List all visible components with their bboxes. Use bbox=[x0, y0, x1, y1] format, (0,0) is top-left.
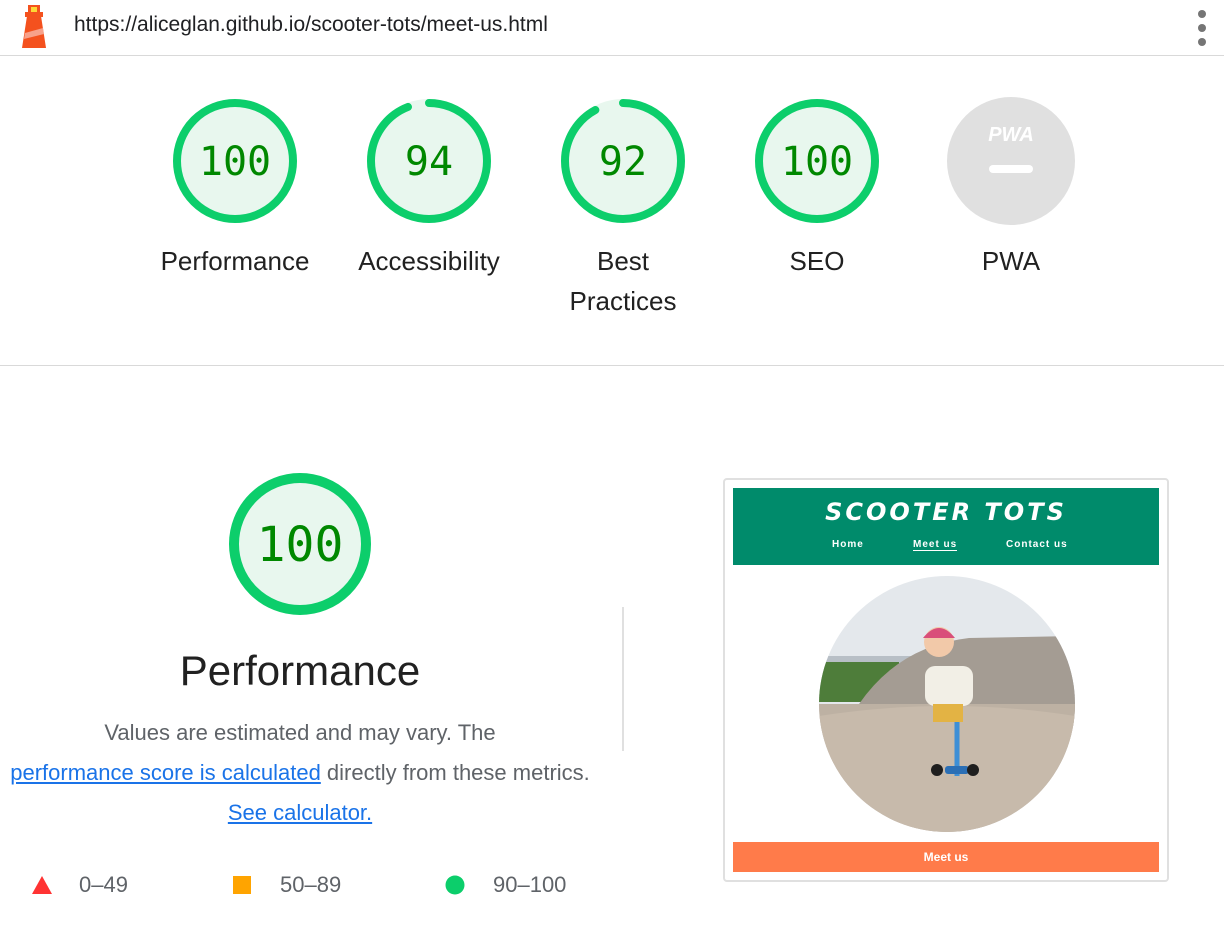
gauge-ring-best-practices: 92 bbox=[561, 99, 685, 223]
green-circle-icon bbox=[445, 875, 465, 895]
site-nav-contact-us: Contact us bbox=[1006, 539, 1068, 550]
gauge-score: 92 bbox=[599, 139, 647, 185]
gauge-accessibility[interactable]: 94 Accessibility bbox=[332, 97, 526, 281]
legend-range: 50–89 bbox=[280, 872, 342, 897]
score-calculated-link[interactable]: performance score is calculated bbox=[10, 760, 321, 785]
site-nav-meet-us: Meet us bbox=[913, 539, 958, 551]
desc-text-2: directly from these metrics. bbox=[320, 760, 590, 785]
see-calculator-link[interactable]: See calculator. bbox=[228, 800, 372, 825]
gauge-score: 100 bbox=[781, 139, 853, 185]
site-title: SCOOTER TOTS bbox=[825, 498, 1067, 526]
legend-range: 0–49 bbox=[79, 872, 128, 897]
gauge-label: SEO bbox=[789, 246, 845, 276]
gauge-label: Best Practices bbox=[569, 246, 677, 316]
orange-square-icon bbox=[233, 876, 251, 894]
gauge-ring-seo: 100 bbox=[755, 99, 879, 223]
final-screenshot[interactable]: SCOOTER TOTS Home Meet us Contact us Mee… bbox=[723, 478, 1169, 882]
meet-us-banner: Meet us bbox=[733, 842, 1159, 872]
site-nav-home: Home bbox=[832, 539, 864, 550]
pwa-badge-icon: PWA bbox=[947, 97, 1075, 225]
pwa-badge-text: PWA bbox=[988, 124, 1034, 146]
gauge-label: Accessibility bbox=[358, 246, 500, 276]
performance-score-gauge: 100 bbox=[229, 473, 371, 615]
gauge-score: 100 bbox=[199, 139, 271, 185]
gauge-ring-accessibility: 94 bbox=[367, 99, 491, 223]
desc-text-1: Values are estimated and may vary. The bbox=[104, 720, 496, 745]
performance-score: 100 bbox=[257, 517, 344, 573]
red-triangle-icon bbox=[32, 876, 52, 894]
gauge-ring-performance: 100 bbox=[173, 99, 297, 223]
site-header: SCOOTER TOTS Home Meet us Contact us bbox=[733, 488, 1159, 565]
performance-title: Performance bbox=[179, 647, 421, 694]
legend-range: 90–100 bbox=[493, 872, 567, 897]
performance-section: 100 Performance Values are estimated and… bbox=[0, 367, 1224, 928]
more-options-icon[interactable] bbox=[1190, 8, 1214, 48]
gauge-seo[interactable]: 100 SEO bbox=[720, 97, 914, 281]
performance-description: Values are estimated and may vary. The p… bbox=[0, 713, 600, 833]
gauge-label: PWA bbox=[981, 246, 1041, 276]
gauge-performance[interactable]: 100 Performance bbox=[138, 97, 332, 281]
gauge-label: Performance bbox=[160, 246, 310, 276]
report-topbar: https://aliceglan.github.io/scooter-tots… bbox=[0, 0, 1224, 56]
lighthouse-logo-icon bbox=[22, 5, 46, 48]
report-url[interactable]: https://aliceglan.github.io/scooter-tots… bbox=[74, 13, 548, 37]
gauge-score: 94 bbox=[405, 139, 453, 185]
score-gauges: 100 Performance 94 Accessibility 92 Best… bbox=[0, 56, 1224, 366]
gauge-pwa[interactable]: PWA PWA bbox=[914, 97, 1108, 281]
vertical-divider bbox=[622, 607, 624, 751]
gauge-best-practices[interactable]: 92 Best Practices bbox=[526, 97, 720, 321]
child-on-scooter-photo bbox=[819, 576, 1075, 832]
